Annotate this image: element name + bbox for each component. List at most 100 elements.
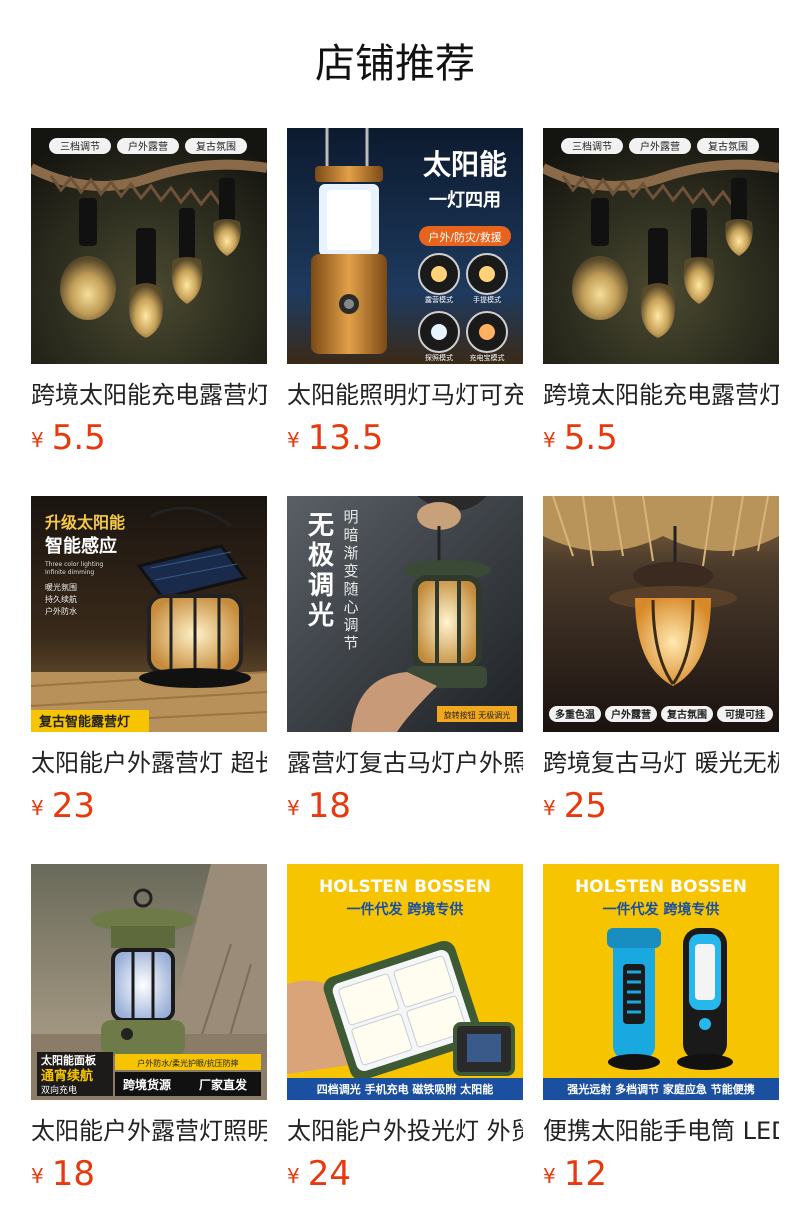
product-name[interactable]: 太阳能照明灯马灯可充电 (287, 378, 523, 412)
product-card[interactable]: HOLSTEN BOSSEN 一件代发 跨境专供 强光远射 多档调节 家庭应急 … (543, 864, 779, 1232)
svg-text:明: 明 (343, 508, 358, 526)
product-price: ¥25 (543, 786, 779, 826)
product-image[interactable]: 太阳能面板 通宵续航 双向充电 户外防水/柔光护眼/抗压防摔 跨境货源 厂家直发 (31, 864, 267, 1100)
svg-text:心: 心 (343, 598, 358, 616)
product-grid: 三档调节 户外露营 复古氛围 跨境太阳能充电露营灯 ¥5.5 太阳能 一灯四用 户… (31, 128, 779, 1232)
currency-symbol: ¥ (543, 1164, 556, 1188)
product-price: ¥18 (287, 786, 523, 826)
svg-text:双向充电: 双向充电 (41, 1084, 77, 1096)
svg-text:太阳能: 太阳能 (423, 148, 507, 181)
svg-text:调: 调 (308, 571, 334, 601)
svg-text:厂家直发: 厂家直发 (199, 1077, 248, 1092)
currency-symbol: ¥ (287, 428, 300, 452)
product-card[interactable]: 三档调节 户外露营 复古氛围 跨境太阳能充电露营灯 ¥5.5 (31, 128, 267, 496)
product-name[interactable]: 太阳能户外露营灯照明灯 (31, 1114, 267, 1148)
currency-symbol: ¥ (287, 796, 300, 820)
svg-text:智能感应: 智能感应 (45, 535, 117, 557)
svg-text:探照模式: 探照模式 (425, 353, 453, 362)
svg-text:一件代发 跨境专供: 一件代发 跨境专供 (603, 901, 720, 918)
currency-symbol: ¥ (31, 796, 44, 820)
product-card[interactable]: 三档调节 户外露营 复古氛围 跨境太阳能充电露营灯 ¥5.5 (543, 128, 779, 496)
svg-text:复古氛围: 复古氛围 (196, 140, 236, 153)
price-value: 18 (51, 1154, 95, 1194)
product-name[interactable]: 露营灯复古马灯户外照明 (287, 746, 523, 780)
product-image[interactable]: 三档调节 户外露营 复古氛围 (31, 128, 267, 364)
svg-text:太阳能面板: 太阳能面板 (40, 1053, 97, 1067)
svg-text:复古氛围: 复古氛围 (708, 140, 748, 153)
price-value: 25 (563, 786, 607, 826)
svg-text:渐: 渐 (343, 544, 358, 562)
svg-text:HOLSTEN BOSSEN: HOLSTEN BOSSEN (575, 877, 747, 897)
svg-text:持久续航: 持久续航 (45, 594, 77, 604)
currency-symbol: ¥ (543, 796, 556, 820)
price-value: 23 (51, 786, 95, 826)
currency-symbol: ¥ (543, 428, 556, 452)
price-value: 18 (307, 786, 351, 826)
price-value: 5.5 (563, 418, 618, 458)
svg-text:四档调光 手机充电 磁铁吸附 太阳能: 四档调光 手机充电 磁铁吸附 太阳能 (317, 1082, 494, 1096)
page-title: 店铺推荐 (315, 41, 475, 87)
product-card[interactable]: 升级太阳能 智能感应 Three color lighting Infinite… (31, 496, 267, 864)
svg-text:无: 无 (308, 511, 334, 541)
product-name[interactable]: 太阳能户外露营灯 超长续航 (31, 746, 267, 780)
product-name[interactable]: 跨境太阳能充电露营灯 (31, 378, 267, 412)
svg-text:一件代发 跨境专供: 一件代发 跨境专供 (347, 901, 464, 918)
svg-text:变: 变 (343, 562, 358, 580)
svg-text:一灯四用: 一灯四用 (429, 190, 501, 211)
product-image[interactable]: HOLSTEN BOSSEN 一件代发 跨境专供 四档调光 手机充电 磁铁吸附 … (287, 864, 523, 1100)
product-image[interactable]: 三档调节 户外露营 复古氛围 (543, 128, 779, 364)
price-value: 12 (563, 1154, 607, 1194)
svg-text:通宵续航: 通宵续航 (41, 1068, 93, 1084)
product-price: ¥23 (31, 786, 267, 826)
svg-text:户外露营: 户外露营 (640, 140, 680, 153)
svg-text:暗: 暗 (343, 526, 358, 544)
currency-symbol: ¥ (31, 428, 44, 452)
product-price: ¥18 (31, 1154, 267, 1194)
svg-text:升级太阳能: 升级太阳能 (45, 513, 125, 532)
price-value: 13.5 (307, 418, 384, 458)
product-image[interactable]: 太阳能 一灯四用 户外/防灾/救援 露营模式 手提模式 探照模式 充电宝模式 (287, 128, 523, 364)
svg-text:三档调节: 三档调节 (60, 140, 100, 153)
product-name[interactable]: 便携太阳能手电筒 LED强光 (543, 1114, 779, 1148)
svg-text:Three color lighting: Three color lighting (44, 561, 104, 568)
product-price: ¥12 (543, 1154, 779, 1194)
product-image[interactable]: 升级太阳能 智能感应 Three color lighting Infinite… (31, 496, 267, 732)
svg-text:户外/防灾/救援: 户外/防灾/救援 (428, 230, 501, 244)
product-card[interactable]: 太阳能 一灯四用 户外/防灾/救援 露营模式 手提模式 探照模式 充电宝模式 太… (287, 128, 523, 496)
price-value: 5.5 (51, 418, 106, 458)
svg-text:光: 光 (307, 601, 334, 631)
svg-text:跨境货源: 跨境货源 (123, 1077, 171, 1092)
product-image[interactable]: HOLSTEN BOSSEN 一件代发 跨境专供 强光远射 多档调节 家庭应急 … (543, 864, 779, 1100)
svg-text:复古氛围: 复古氛围 (666, 708, 707, 721)
svg-text:暖光氛围: 暖光氛围 (45, 582, 77, 592)
product-card[interactable]: HOLSTEN BOSSEN 一件代发 跨境专供 四档调光 手机充电 磁铁吸附 … (287, 864, 523, 1232)
svg-text:露营模式: 露营模式 (425, 295, 453, 304)
price-value: 24 (307, 1154, 351, 1194)
currency-symbol: ¥ (31, 1164, 44, 1188)
svg-text:强光远射 多档调节 家庭应急 节能便携: 强光远射 多档调节 家庭应急 节能便携 (567, 1082, 755, 1096)
svg-text:多重色温: 多重色温 (555, 708, 595, 721)
svg-text:节: 节 (343, 634, 358, 652)
product-price: ¥5.5 (31, 418, 267, 458)
product-price: ¥13.5 (287, 418, 523, 458)
product-name[interactable]: 跨境太阳能充电露营灯 (543, 378, 779, 412)
product-name[interactable]: 跨境复古马灯 暖光无极调光 (543, 746, 779, 780)
svg-text:复古智能露营灯: 复古智能露营灯 (38, 714, 130, 730)
svg-text:户外防水: 户外防水 (45, 606, 77, 616)
product-image[interactable]: 多重色温 户外露营 复古氛围 可提可挂 (543, 496, 779, 732)
product-card[interactable]: 无极调光 明暗渐变随心调节 旋转按钮 无极调光 露营灯复古马灯户外照明 ¥18 (287, 496, 523, 864)
svg-text:Infinite dimming: Infinite dimming (45, 569, 94, 576)
product-price: ¥5.5 (543, 418, 779, 458)
product-image[interactable]: 无极调光 明暗渐变随心调节 旋转按钮 无极调光 (287, 496, 523, 732)
svg-text:可提可挂: 可提可挂 (725, 708, 765, 721)
svg-text:户外露营: 户外露营 (128, 140, 168, 153)
product-card[interactable]: 太阳能面板 通宵续航 双向充电 户外防水/柔光护眼/抗压防摔 跨境货源 厂家直发… (31, 864, 267, 1232)
svg-text:随: 随 (343, 580, 358, 598)
svg-text:户外露营: 户外露营 (610, 708, 651, 721)
svg-text:户外防水/柔光护眼/抗压防摔: 户外防水/柔光护眼/抗压防摔 (137, 1058, 238, 1068)
product-name[interactable]: 太阳能户外投光灯 外贸款 (287, 1114, 523, 1148)
svg-text:调: 调 (343, 616, 358, 634)
svg-text:手提模式: 手提模式 (473, 295, 501, 304)
product-card[interactable]: 多重色温 户外露营 复古氛围 可提可挂 跨境复古马灯 暖光无极调光 ¥25 (543, 496, 779, 864)
svg-text:旋转按钮 无极调光: 旋转按钮 无极调光 (444, 710, 511, 720)
